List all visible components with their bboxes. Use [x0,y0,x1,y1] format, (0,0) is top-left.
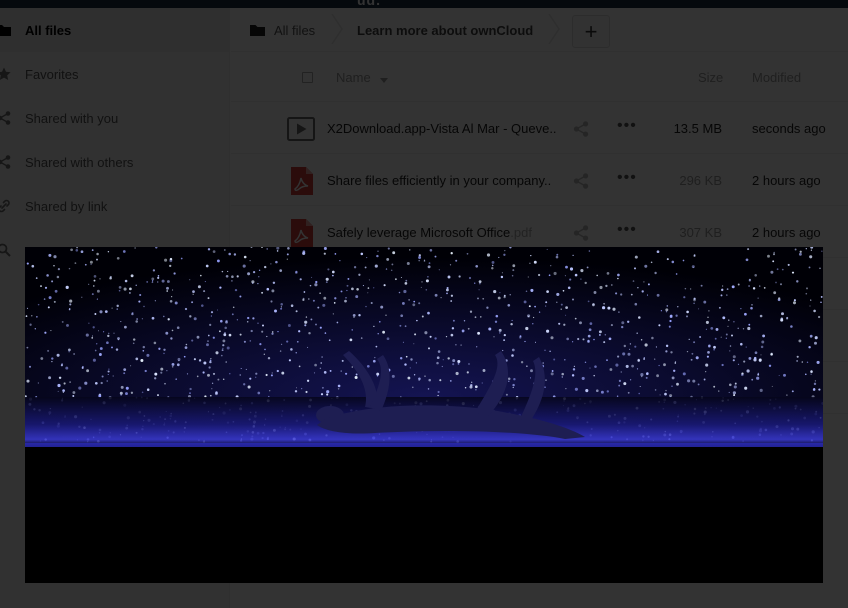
breadcrumb-separator-icon [548,14,560,44]
new-button[interactable]: + [572,15,610,48]
share-icon[interactable] [573,121,589,137]
top-header: ud. [0,0,848,8]
folder-icon [0,22,12,38]
file-row[interactable]: X2Download.app-Vista Al Mar - Queve.. ••… [231,103,848,154]
share-icon[interactable] [573,225,589,241]
file-modified: 2 hours ago [752,225,821,240]
pdf-file-icon [291,219,313,247]
sidebar-item-shared-with-others[interactable]: Shared with others [0,140,230,184]
video-player[interactable] [25,247,823,583]
column-name-label: Name [336,70,371,85]
file-name[interactable]: X2Download.app-Vista Al Mar - Queve.. [327,121,557,136]
column-header-size[interactable]: Size [698,70,723,85]
file-modified: 2 hours ago [752,173,821,188]
sidebar-item-all-files[interactable]: All files [0,8,230,52]
search-icon [0,242,12,258]
file-name[interactable]: Share files efficiently in your company.… [327,173,551,188]
column-header-name[interactable]: Name [336,70,389,86]
more-actions-icon[interactable]: ••• [617,117,637,135]
link-icon [0,198,12,214]
video-file-icon [287,117,315,141]
header-logo: ud. [357,0,381,8]
file-name[interactable]: Safely leverage Microsoft Office.pdf [327,225,532,240]
sidebar-item-favorites[interactable]: Favorites [0,52,230,96]
file-size: 13.5 MB [673,121,722,136]
breadcrumb-current[interactable]: Learn more about ownCloud [357,8,533,52]
video-frame [25,247,823,583]
more-actions-icon[interactable]: ••• [617,169,637,187]
file-size: 307 KB [679,225,722,240]
sidebar-item-shared-with-you[interactable]: Shared with you [0,96,230,140]
sidebar-item-shared-by-link[interactable]: Shared by link [0,184,230,228]
select-all-checkbox[interactable] [302,72,313,83]
folder-icon [250,24,265,36]
sidebar-item-label: Shared with you [25,110,119,126]
more-actions-icon[interactable]: ••• [617,221,637,239]
pdf-file-icon [291,167,313,195]
share-icon [0,154,12,170]
file-size: 296 KB [679,173,722,188]
sort-down-icon [380,71,389,86]
star-icon [0,66,12,82]
sidebar-item-label: All files [25,22,72,38]
file-row[interactable]: Share files efficiently in your company.… [231,155,848,206]
breadcrumb-home[interactable]: All files [250,8,315,52]
column-header-modified[interactable]: Modified [752,70,801,85]
plus-icon: + [584,18,598,44]
breadcrumb-root-label: All files [274,22,316,38]
share-icon[interactable] [573,173,589,189]
file-table-header: Name Size Modified [231,52,848,102]
share-icon [0,110,12,126]
sidebar-item-label: Shared by link [25,198,108,214]
controls-bar: All files Learn more about ownCloud + [231,8,848,52]
sidebar-item-label: Shared with others [25,154,134,170]
breadcrumb-separator-icon [331,14,343,44]
file-modified: seconds ago [752,121,826,136]
sidebar-item-label: Favorites [25,66,79,82]
